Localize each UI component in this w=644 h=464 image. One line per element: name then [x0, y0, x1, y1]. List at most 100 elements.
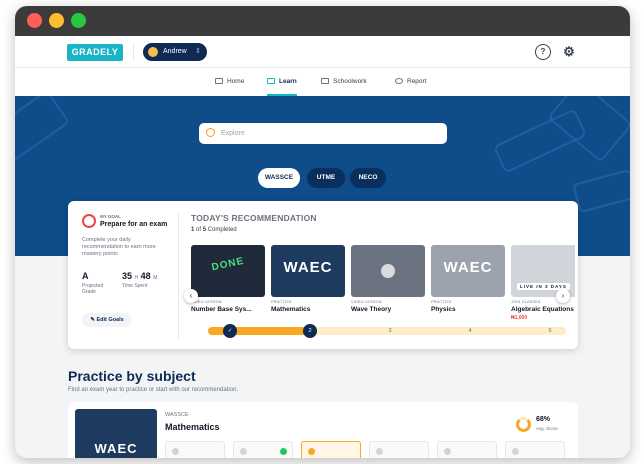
edit-goals-button[interactable]: ✎ Edit Goals — [82, 313, 132, 327]
status-icon — [308, 448, 315, 455]
lesson-thumbnail: DONE — [191, 245, 265, 297]
lesson-card[interactable]: VIDEO LESSON Wave Theory — [351, 245, 425, 313]
background-shape — [572, 168, 630, 214]
lesson-kind: PRACTICE — [431, 300, 452, 304]
close-window-button[interactable] — [27, 13, 42, 28]
lesson-card[interactable]: LIVE IN 3 DAYS JOIN CLASSES Algebraic Eq… — [511, 245, 575, 321]
projected-grade-value: A — [82, 271, 89, 281]
user-switcher[interactable]: Andrew ⇕ — [143, 43, 207, 61]
divider — [133, 43, 134, 61]
tab-schoolwork[interactable]: Schoolwork — [321, 68, 367, 96]
exam-tab-wassce[interactable]: WASSCE — [258, 168, 300, 188]
step-5[interactable]: 5 — [543, 324, 557, 338]
gear-icon[interactable]: ⚙ — [561, 44, 577, 60]
tab-learn[interactable]: Learn — [267, 68, 297, 96]
maximize-window-button[interactable] — [71, 13, 86, 28]
thumbnail-text: WAEC — [283, 259, 333, 276]
chevron-right-icon[interactable]: › — [556, 289, 570, 303]
lesson-name: Wave Theory — [351, 306, 392, 313]
goal-eyebrow: MY GOAL — [100, 214, 121, 219]
check-icon — [280, 448, 287, 455]
thumbnail-text: DONE — [210, 255, 246, 274]
play-icon — [381, 264, 395, 278]
exam-year-chip[interactable] — [437, 441, 497, 458]
goal-title: Prepare for an exam — [100, 221, 168, 228]
lesson-thumbnail: WAEC — [271, 245, 345, 297]
total-count: 5 — [202, 227, 207, 233]
monitor-icon — [215, 78, 223, 85]
book-icon — [267, 78, 275, 85]
search-icon — [206, 128, 215, 137]
hours-unit: H — [134, 275, 139, 281]
completed-count: 1 — [191, 227, 195, 233]
status-icon — [172, 448, 179, 455]
time-spent-label: Time Spent — [122, 283, 148, 289]
projected-grade-label: Projected Grade — [82, 283, 104, 295]
step-2[interactable]: 2 — [303, 324, 317, 338]
background-shape — [15, 96, 71, 163]
lesson-name: Mathematics — [271, 306, 311, 313]
exam-year-chip[interactable] — [301, 441, 361, 458]
avatar — [148, 47, 158, 57]
lesson-thumbnail — [351, 245, 425, 297]
status-icon — [240, 448, 247, 455]
goal-description: Complete your daily recommendation to ea… — [82, 237, 156, 257]
lesson-kind: PRACTICE — [271, 300, 292, 304]
recommendation-progress: 1 of 5 Completed — [191, 227, 237, 233]
tab-label: Schoolwork — [333, 78, 367, 85]
score-ring-icon — [516, 417, 531, 432]
gradely-logo[interactable]: GRADELY — [67, 44, 123, 61]
avg-score-value: 68% — [536, 416, 551, 423]
exam-year-chip[interactable] — [369, 441, 429, 458]
recommendation-card: MY GOAL Prepare for an exam Complete you… — [68, 201, 578, 349]
edit-goals-label: Edit Goals — [96, 317, 124, 323]
subject-card[interactable]: WAEC WASSCE Mathematics 68% Avg. Score — [68, 402, 578, 458]
tab-report[interactable]: Report — [395, 68, 427, 96]
lesson-name: Physics — [431, 306, 456, 313]
section-tabs: Home Learn Schoolwork Report — [15, 68, 630, 96]
recommendation-title: TODAY'S RECOMMENDATION — [191, 213, 317, 223]
lesson-card[interactable]: WAEC PRACTICE Mathematics — [271, 245, 345, 313]
exam-tab-neco[interactable]: NECO — [350, 168, 386, 188]
target-icon — [82, 214, 96, 228]
lesson-name: Number Base Sys... — [191, 306, 252, 313]
tab-home[interactable]: Home — [215, 68, 244, 96]
exam-year-chip[interactable] — [165, 441, 225, 458]
lesson-kind: VIDEO LESSON — [351, 300, 382, 304]
lesson-thumbnail: WAEC — [431, 245, 505, 297]
recommendation-progress-track: ✓ 2 3 4 5 — [208, 324, 566, 338]
time-spent-value: 35 H 48 M — [122, 271, 157, 281]
lesson-card[interactable]: WAEC PRACTICE Physics — [431, 245, 505, 313]
user-name: Andrew — [163, 48, 187, 55]
subject-thumbnail-text: WAEC — [94, 441, 138, 456]
step-4[interactable]: 4 — [463, 324, 477, 338]
minimize-window-button[interactable] — [49, 13, 64, 28]
chevron-updown-icon: ⇕ — [195, 48, 201, 55]
tab-label: Learn — [279, 78, 297, 85]
top-navbar: GRADELY Andrew ⇕ ? ⚙ — [15, 36, 630, 68]
step-1[interactable]: ✓ — [223, 324, 237, 338]
status-icon — [512, 448, 519, 455]
tab-label: Home — [227, 78, 245, 85]
lesson-name: Algebraic Equations — [511, 306, 574, 313]
lesson-kind: VIDEO LESSON — [191, 300, 222, 304]
practice-title: Practice by subject — [68, 368, 196, 384]
completed-suffix: Completed — [207, 227, 237, 233]
minutes-unit: M — [153, 275, 158, 281]
search-input[interactable]: Explore — [199, 123, 447, 144]
search-placeholder: Explore — [221, 130, 245, 137]
lesson-price: ₦1,000 — [511, 315, 528, 321]
step-3[interactable]: 3 — [383, 324, 397, 338]
exam-tab-utme[interactable]: UTME — [307, 168, 345, 188]
exam-year-chip[interactable] — [505, 441, 565, 458]
lesson-card[interactable]: DONE VIDEO LESSON Number Base Sys... — [191, 245, 265, 313]
title-bar — [15, 6, 630, 36]
chevron-left-icon[interactable]: ‹ — [184, 289, 198, 303]
divider — [178, 213, 179, 339]
browser-window: GRADELY Andrew ⇕ ? ⚙ Home Learn Schoolwo… — [15, 6, 630, 458]
exam-year-chip[interactable] — [233, 441, 293, 458]
subject-exam: WASSCE — [165, 412, 189, 418]
help-icon[interactable]: ? — [535, 44, 551, 60]
status-icon — [376, 448, 383, 455]
hours: 35 — [122, 271, 133, 281]
